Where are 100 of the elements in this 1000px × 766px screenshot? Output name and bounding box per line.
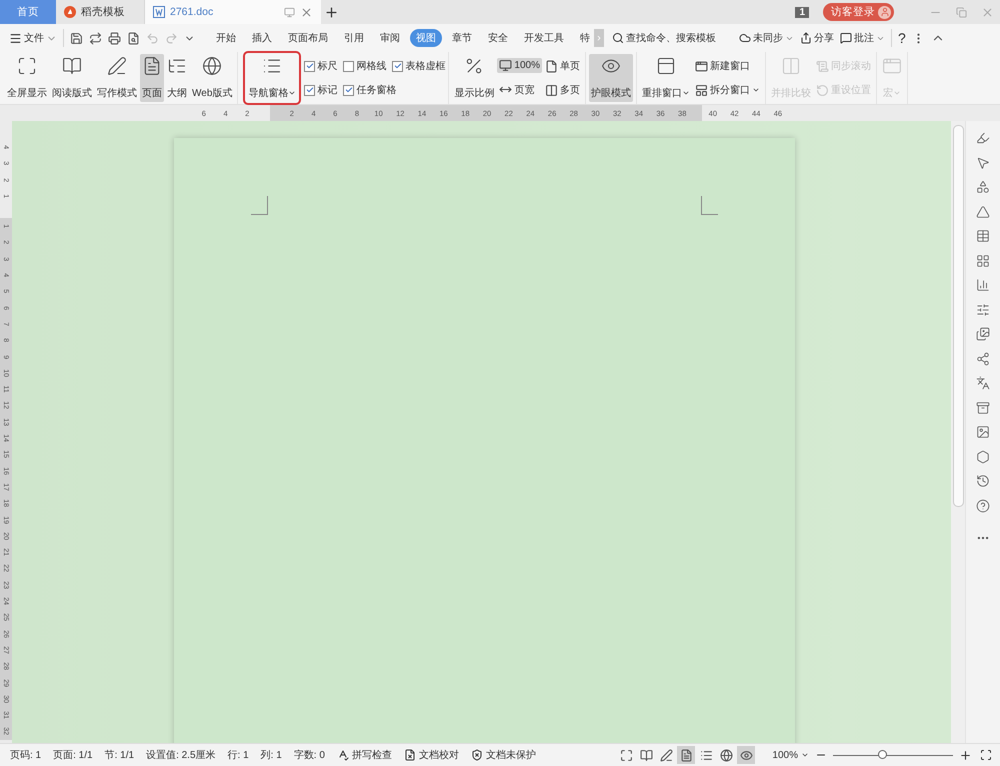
preview-icon[interactable] [127,32,140,44]
ribbon-tab[interactable]: 章节 [446,29,478,47]
checkbox-label[interactable]: 标记 [304,83,338,97]
eye-icon [740,748,753,762]
zoom-slider-thumb[interactable] [878,750,888,758]
ribbon-small-button[interactable]: 多页 [542,82,582,98]
view-mode-button[interactable] [737,746,756,764]
ribbon-tab[interactable]: 引用 [338,29,370,47]
pen-icon [660,748,673,762]
checkbox[interactable] [392,60,404,72]
archive-icon[interactable] [976,400,990,414]
ribbon-button[interactable]: 重排窗口 [640,54,692,102]
ribbon-button[interactable]: 阅读版式 [50,54,94,102]
ribbon-button[interactable]: 全屏显示 [5,54,49,102]
zoom-in-icon[interactable] [959,748,972,762]
ribbon-small-button[interactable]: 新建窗口 [692,58,762,74]
ribbon-button[interactable]: 导航窗格 [246,54,298,102]
checkbox-label[interactable]: 标尺 [304,59,338,73]
sliders-icon[interactable] [976,302,990,316]
checkbox[interactable] [304,60,316,72]
ribbon-small-button[interactable]: 页宽 [497,82,542,98]
ribbon-tab[interactable]: 开发工具 [518,29,570,47]
toolbar-action-button[interactable]: 未同步 [736,31,797,45]
table-icon[interactable] [976,229,990,243]
expand-icon [17,56,37,76]
triangle-icon[interactable] [976,204,990,218]
ribbon-tab[interactable]: 审阅 [374,29,406,47]
ribbon-tab[interactable]: 插入 [246,29,278,47]
history-icon[interactable] [976,474,990,488]
fullscreen-icon [620,748,633,762]
comment-icon [840,32,852,44]
margin-corner-mark [701,196,718,215]
columns-icon [544,84,558,96]
file-menu[interactable]: 文件 [6,31,60,45]
document-icon [153,6,165,18]
columns-icon [780,56,801,76]
hexagon-icon[interactable] [976,450,990,464]
share-icon [800,32,812,44]
ribbon-tab[interactable]: 页面布局 [282,29,334,47]
command-search-field[interactable]: 查找命令、搜索模板 [612,32,730,44]
margin-corner-mark [251,196,268,215]
checkbox-label[interactable]: 网格线 [343,59,386,73]
ribbon-small-button[interactable]: 拆分窗口 [692,82,762,98]
ribbon-tab[interactable]: 开始 [210,29,242,47]
scroll-icon [816,60,829,72]
share-icon[interactable] [976,352,990,366]
help-icon[interactable] [976,498,990,512]
plus-icon[interactable] [324,4,339,20]
status-text: 列: 1 [260,749,283,762]
status-text: 设置值: 2.5厘米 [145,748,217,762]
ribbon-button[interactable]: Web版式 [190,54,234,102]
status-button[interactable]: 文档未保护 [464,748,542,762]
window-count-badge: 1 [795,6,809,18]
ribbon-small-button[interactable]: 单页 [542,58,582,74]
cloud-icon [739,32,751,44]
shapes-icon[interactable] [976,180,990,194]
status-button[interactable]: 文档校对 [398,748,465,762]
fit-icon[interactable] [980,749,992,761]
images-icon[interactable] [976,327,990,341]
save-icon[interactable] [70,32,83,44]
ribbon-tab[interactable]: 安全 [482,29,514,47]
flame-icon [64,6,76,18]
ribbon-button[interactable]: 写作模式 [95,54,139,102]
monitor-icon [499,59,512,72]
toolbar-action-button[interactable]: 分享 [797,31,837,45]
login-button[interactable]: 访客登录 [823,3,894,21]
grid-icon[interactable] [976,254,990,268]
ribbon-button[interactable]: 护眼模式 [588,54,633,102]
view-mode-button[interactable] [677,746,696,764]
checkbox-label[interactable]: 表格虚框 [392,59,446,73]
globe-icon [202,56,222,76]
document-tab[interactable]: 2761.doc [145,0,321,24]
document-x-icon [404,749,416,761]
checkbox[interactable] [343,84,354,96]
highlighter-icon[interactable] [976,131,990,145]
checkbox-label[interactable]: 任务窗格 [343,83,396,97]
status-button[interactable]: 拼写检查 [330,748,398,762]
pointer-icon[interactable] [976,156,990,170]
checkbox[interactable] [304,84,316,96]
translate-icon[interactable] [976,376,990,390]
image-icon[interactable] [976,425,990,439]
book-icon [640,748,653,762]
ribbon-tab[interactable]: 特 [574,29,596,47]
toolbar-action-button[interactable]: 批注 [837,31,888,45]
help-button[interactable]: ? [895,30,909,46]
checkbox[interactable] [343,60,354,72]
caret-icon [801,751,809,759]
zoom-dropdown[interactable]: 100% [766,750,815,760]
close-icon[interactable] [300,6,313,18]
status-text: 节: 1/1 [104,748,136,762]
repeat-icon[interactable] [89,32,102,44]
scrollbar-thumb[interactable] [952,125,964,507]
ribbon-button[interactable]: 显示比例 [452,54,496,102]
print-icon[interactable] [108,32,121,44]
bar-chart-icon[interactable] [976,278,990,292]
shield-icon [470,749,483,761]
reset-icon [816,84,829,96]
ribbon-small-button[interactable]: 100% [497,58,542,74]
ribbon-button[interactable]: 页面 [140,54,164,102]
ribbon-button[interactable]: 大纲 [165,54,189,102]
